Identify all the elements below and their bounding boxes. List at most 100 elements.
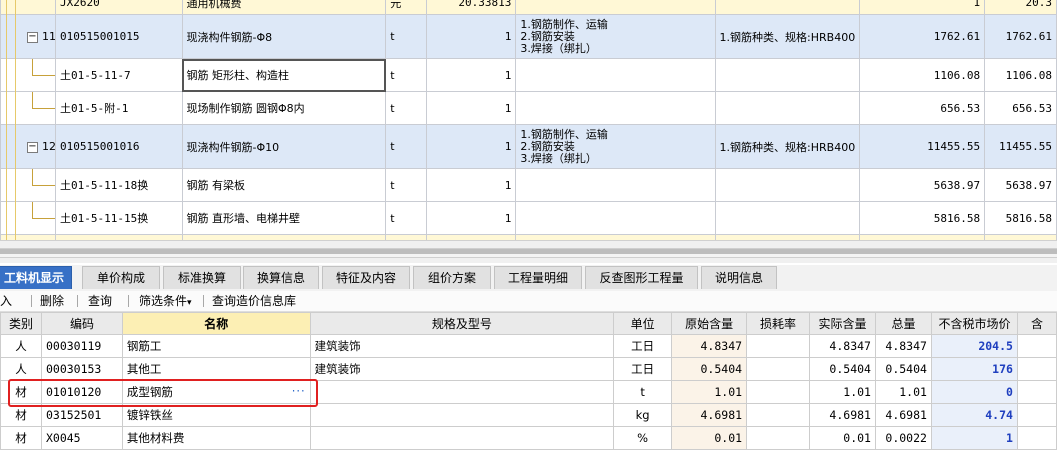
resource-total-cell[interactable]: 4.8347 bbox=[874, 334, 932, 358]
item-code-cell[interactable]: 土01-5-11-7 bbox=[55, 58, 183, 92]
scrollbar-thumb[interactable] bbox=[0, 249, 1057, 254]
item-code-cell[interactable]: 010515001015 bbox=[55, 14, 183, 59]
resource-total-cell[interactable]: 0.5404 bbox=[874, 357, 932, 381]
resource-type-cell[interactable]: 人 bbox=[0, 334, 42, 358]
item-unit-price-cell[interactable]: 1106.08 bbox=[859, 58, 986, 92]
resource-spec-cell[interactable] bbox=[309, 403, 615, 427]
resource-original-qty-cell[interactable]: 0.01 bbox=[671, 426, 748, 450]
quota-row[interactable]: 土01-5-11-7 钢筋 矩形柱、构造柱 t 1 1106.08 1106.08 bbox=[0, 58, 1057, 92]
resource-actual-qty-cell[interactable]: 0.01 bbox=[809, 426, 876, 450]
col-header-market-price[interactable]: 不含税市场价 bbox=[930, 312, 1018, 335]
resource-loss-rate-cell[interactable] bbox=[746, 380, 810, 404]
item-name-cell[interactable]: 钢筋 直形墙、电梯井壁 bbox=[181, 201, 387, 235]
tab-features-content[interactable]: 特征及内容 bbox=[322, 266, 410, 289]
tab-reverse-graphic-quantity[interactable]: 反查图形工程量 bbox=[585, 266, 698, 289]
resource-loss-rate-cell[interactable] bbox=[746, 403, 810, 427]
resource-actual-qty-cell[interactable]: 0.5404 bbox=[809, 357, 876, 381]
item-unit-price-cell[interactable]: 656.53 bbox=[859, 91, 986, 125]
item-qty-cell[interactable]: 1 bbox=[425, 58, 517, 92]
item-unit-price-cell[interactable]: 11455.55 bbox=[859, 124, 986, 169]
resource-original-qty-cell[interactable]: 4.6981 bbox=[671, 403, 748, 427]
item-name-cell[interactable]: 钢筋 矩形柱、构造柱 bbox=[181, 58, 387, 92]
item-unit-cell[interactable]: t bbox=[385, 58, 427, 92]
col-header-actual-qty[interactable]: 实际含量 bbox=[809, 312, 876, 335]
query-cost-info-db-button[interactable]: 查询造价信息库 bbox=[212, 293, 296, 309]
resource-total-cell[interactable]: 1.01 bbox=[874, 380, 932, 404]
collapse-icon[interactable]: − bbox=[27, 32, 38, 43]
resource-row[interactable]: 人 00030119 钢筋工 建筑装饰 工日 4.8347 4.8347 4.8347 204.… bbox=[0, 334, 1057, 358]
resource-code-cell[interactable]: 00030119 bbox=[40, 334, 123, 358]
resource-total-cell[interactable]: 4.6981 bbox=[874, 403, 932, 427]
item-feature-cell[interactable]: 1.钢筋种类、规格:HRB400 bbox=[714, 14, 861, 59]
work-content-cell[interactable] bbox=[515, 58, 716, 92]
resource-loss-rate-cell[interactable] bbox=[746, 357, 810, 381]
tab-description[interactable]: 说明信息 bbox=[701, 266, 777, 289]
item-qty-cell[interactable]: 1 bbox=[425, 201, 517, 235]
resource-truncated-cell[interactable] bbox=[1016, 357, 1057, 381]
item-name-cell[interactable]: 现浇构件钢筋-Φ10 bbox=[181, 124, 387, 169]
quota-row[interactable]: 土01-5-11-15换 钢筋 直形墙、电梯井壁 t 1 5816.58 5816.58 bbox=[0, 201, 1057, 235]
item-total-cell[interactable]: 656.53 bbox=[984, 91, 1057, 125]
resource-truncated-cell[interactable] bbox=[1016, 334, 1057, 358]
item-total-cell[interactable]: 1106.08 bbox=[984, 58, 1057, 92]
resource-truncated-cell[interactable] bbox=[1016, 380, 1057, 404]
item-qty-cell[interactable]: 1 bbox=[425, 14, 517, 59]
resource-market-price-cell[interactable]: 176 bbox=[930, 357, 1018, 381]
quota-row[interactable]: 土01-5-11-18换 钢筋 有梁板 t 1 5638.97 5638.97 bbox=[0, 168, 1057, 202]
resource-market-price-cell[interactable]: 4.74 bbox=[930, 403, 1018, 427]
item-code-cell[interactable]: JX2620 bbox=[55, 0, 183, 15]
item-code-cell[interactable]: 土01-5-11-15换 bbox=[55, 201, 183, 235]
item-qty-cell[interactable]: 1 bbox=[425, 124, 517, 169]
query-button[interactable]: 查询 bbox=[88, 293, 112, 309]
work-content-cell[interactable]: 1.钢筋制作、运输 2.钢筋安装 3.焊接（绑扎） bbox=[515, 124, 716, 169]
item-name-cell[interactable]: 现浇构件钢筋-Φ8 bbox=[181, 14, 387, 59]
item-unit-cell[interactable]: 元 bbox=[385, 0, 427, 15]
item-unit-cell[interactable]: t bbox=[385, 201, 427, 235]
tab-conversion-info[interactable]: 换算信息 bbox=[243, 266, 319, 289]
tab-pricing-scheme[interactable]: 组价方案 bbox=[413, 266, 491, 289]
resource-row[interactable]: 人 00030153 其他工 建筑装饰 工日 0.5404 0.5404 0.5404 176 bbox=[0, 357, 1057, 381]
col-header-total[interactable]: 总量 bbox=[874, 312, 932, 335]
bill-item-row[interactable]: −12 010515001016 现浇构件钢筋-Φ10 t 1 1.钢筋制作、运输 2.钢筋… bbox=[0, 124, 1057, 169]
item-unit-price-cell[interactable]: 1762.61 bbox=[859, 14, 986, 59]
tab-labor-material-machine[interactable]: 工料机显示 bbox=[0, 266, 72, 289]
item-name-cell[interactable]: 通用机械费 bbox=[181, 0, 387, 15]
item-unit-cell[interactable]: t bbox=[385, 168, 427, 202]
resource-name-cell[interactable]: 钢筋工 bbox=[121, 334, 311, 358]
item-list-grid[interactable]: JX2620 通用机械费元 20.33813 1 20.3−11 010515001015… bbox=[0, 0, 1057, 240]
resource-name-cell[interactable]: 其他工 bbox=[121, 357, 311, 381]
item-total-cell[interactable]: 20.3 bbox=[984, 0, 1057, 15]
resource-unit-cell[interactable]: 工日 bbox=[613, 357, 673, 381]
collapse-icon[interactable]: − bbox=[27, 142, 38, 153]
item-total-cell[interactable]: 5638.97 bbox=[984, 168, 1057, 202]
resource-loss-rate-cell[interactable] bbox=[746, 426, 810, 450]
item-name-cell[interactable]: 钢筋 有梁板 bbox=[181, 168, 387, 202]
work-content-cell[interactable] bbox=[515, 201, 716, 235]
resource-row[interactable]: 材 X0045 其他材料费% 0.01 0.01 0.0022 1 bbox=[0, 426, 1057, 450]
item-total-cell[interactable]: 5816.58 bbox=[984, 201, 1057, 235]
item-unit-price-cell[interactable]: 1 bbox=[859, 0, 986, 15]
col-header-code[interactable]: 编码 bbox=[40, 312, 123, 335]
item-feature-cell[interactable]: 1.钢筋种类、规格:HRB400 bbox=[714, 124, 861, 169]
resource-type-cell[interactable]: 人 bbox=[0, 357, 42, 381]
resource-unit-cell[interactable]: 工日 bbox=[613, 334, 673, 358]
work-content-cell[interactable] bbox=[515, 168, 716, 202]
table-row[interactable]: JX2620 通用机械费元 20.33813 1 20.3 bbox=[0, 0, 1057, 15]
resource-unit-cell[interactable]: t bbox=[613, 380, 673, 404]
resource-spec-cell[interactable]: 建筑装饰 bbox=[309, 334, 615, 358]
resource-market-price-cell[interactable]: 204.5 bbox=[930, 334, 1018, 358]
resource-total-cell[interactable]: 0.0022 bbox=[874, 426, 932, 450]
tab-standard-conversion[interactable]: 标准换算 bbox=[163, 266, 241, 289]
item-code-cell[interactable]: 土01-5-11-18换 bbox=[55, 168, 183, 202]
col-header-loss-rate[interactable]: 损耗率 bbox=[746, 312, 810, 335]
quota-row[interactable]: 土01-5-附-1 现场制作钢筋 圆钢Φ8内 t 1 656.53 656.53 bbox=[0, 91, 1057, 125]
item-feature-cell[interactable] bbox=[714, 91, 861, 125]
resource-actual-qty-cell[interactable]: 4.8347 bbox=[809, 334, 876, 358]
item-qty-cell[interactable]: 1 bbox=[425, 168, 517, 202]
item-feature-cell[interactable] bbox=[714, 168, 861, 202]
resource-original-qty-cell[interactable]: 0.5404 bbox=[671, 357, 748, 381]
resource-original-qty-cell[interactable]: 1.01 bbox=[671, 380, 748, 404]
tab-quantity-detail[interactable]: 工程量明细 bbox=[494, 266, 582, 289]
delete-button[interactable]: 删除 bbox=[40, 293, 64, 309]
resource-grid[interactable]: 类别 编码 名称 规格及型号 单位 原始含量 损耗率 实际含量 总量 不含税市场… bbox=[0, 312, 1057, 472]
